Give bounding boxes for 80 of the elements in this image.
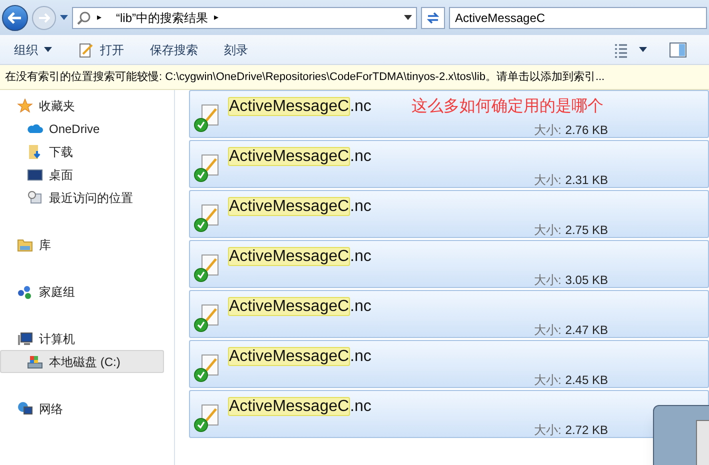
preview-pane-icon[interactable] (669, 42, 687, 58)
file-size: 2.45 KB (565, 372, 608, 389)
toolbar-button[interactable]: 打开 (70, 38, 132, 62)
file-check-icon (194, 203, 220, 233)
size-label: 大小: (534, 372, 562, 389)
sidebar-item[interactable]: 网络 (0, 397, 174, 420)
library-folder-icon (17, 236, 33, 252)
search-result-item[interactable]: ActiveMessageC.nc 大小: 2.72 KB (189, 390, 709, 438)
left-arrow-icon (8, 12, 22, 24)
sidebar-item[interactable]: 计算机 (0, 327, 174, 350)
toolbar-button[interactable]: 刻录 (216, 38, 256, 62)
sidebar-item[interactable]: 下载 (0, 140, 174, 163)
file-name: ActiveMessageC.nc (228, 396, 372, 418)
file-check-icon (194, 253, 220, 283)
file-size: 2.47 KB (565, 322, 608, 339)
sidebar-item[interactable]: 家庭组 (0, 280, 174, 303)
size-label: 大小: (534, 122, 562, 139)
sidebar-item[interactable]: 最近访问的位置 (0, 186, 174, 209)
address-field[interactable]: ▸ “lib”中的搜索结果 ▸ (72, 6, 417, 28)
size-label: 大小: (534, 172, 562, 189)
path-separator: ▸ (97, 10, 102, 24)
sidebar-item[interactable]: OneDrive (0, 117, 174, 140)
file-size: 2.75 KB (565, 222, 608, 239)
caret-icon[interactable] (404, 15, 412, 20)
toolbar-button[interactable]: 组织 (6, 38, 60, 62)
file-size: 3.05 KB (565, 272, 608, 289)
file-name: ActiveMessageC.nc (228, 96, 372, 118)
info-bar[interactable]: 在没有索引的位置搜索可能较慢: C:\cygwin\OneDrive\Repositories\CodeForTDMA\tinyos-2.x\tos\lib。请单击以添加到索引... (0, 65, 709, 90)
search-field[interactable]: ActiveMessageC (449, 6, 707, 28)
search-result-item[interactable]: ActiveMessageC.nc 大小: 2.75 KB (189, 190, 709, 238)
file-check-icon (194, 303, 220, 333)
right-arrow-icon (38, 12, 50, 22)
search-result-item[interactable]: ActiveMessageC.nc 这么多如何确定用的是哪个 大小: 2.76 KB (189, 90, 709, 138)
file-name: ActiveMessageC.nc (228, 196, 372, 218)
address-path: “lib”中的搜索结果 (116, 10, 208, 26)
size-label: 大小: (534, 322, 562, 339)
thumbnail-preview (696, 420, 709, 465)
size-label: 大小: (534, 422, 562, 439)
path-separator: ▸ (214, 10, 219, 24)
back-button[interactable] (2, 4, 28, 30)
caret-icon[interactable] (639, 47, 647, 52)
search-icon (77, 10, 91, 24)
search-result-item[interactable]: ActiveMessageC.nc 大小: 3.05 KB (189, 240, 709, 288)
file-check-icon (194, 153, 220, 183)
file-name: ActiveMessageC.nc (228, 346, 372, 368)
info-message: 在没有索引的位置搜索可能较慢: C:\cygwin\OneDrive\Repositories\CodeForTDMA\tinyos-2.x\tos\lib。请单击以添加到索引... (5, 70, 605, 85)
list-view-icon[interactable] (613, 42, 629, 58)
refresh-button[interactable] (421, 6, 445, 28)
annotation-text: 这么多如何确定用的是哪个 (411, 96, 604, 117)
drive-icon (27, 354, 43, 370)
computer-icon (17, 330, 33, 346)
folder-download-icon (27, 144, 43, 160)
caret-icon[interactable] (60, 15, 68, 20)
homegroup-icon (17, 284, 33, 300)
sidebar-item[interactable]: 本地磁盘 (C:) (0, 350, 164, 373)
file-check-icon (194, 353, 220, 383)
file-name: ActiveMessageC.nc (228, 296, 372, 318)
file-name: ActiveMessageC.nc (228, 146, 372, 168)
sidebar-item[interactable]: 库 (0, 233, 174, 256)
file-size: 2.76 KB (565, 122, 608, 139)
toolbar-button[interactable]: 保存搜索 (142, 38, 206, 62)
refresh-icon (426, 10, 440, 24)
file-check-icon (194, 403, 220, 433)
network-icon (17, 400, 33, 416)
star-icon (17, 98, 33, 114)
file-check-icon (194, 103, 220, 133)
notepad-icon (78, 42, 94, 58)
size-label: 大小: (534, 272, 562, 289)
desktop-icon (27, 166, 43, 182)
sidebar-item[interactable]: 桌面 (0, 163, 174, 186)
file-name: ActiveMessageC.nc (228, 246, 372, 268)
search-result-item[interactable]: ActiveMessageC.nc 大小: 2.31 KB (189, 140, 709, 188)
file-size: 2.72 KB (565, 422, 608, 439)
size-label: 大小: (534, 222, 562, 239)
sidebar-item[interactable]: 收藏夹 (0, 94, 174, 117)
search-result-item[interactable]: ActiveMessageC.nc 大小: 2.47 KB (189, 290, 709, 338)
file-size: 2.31 KB (565, 172, 608, 189)
recent-places-icon (27, 190, 43, 206)
caret-icon (44, 47, 52, 52)
search-result-item[interactable]: ActiveMessageC.nc 大小: 2.45 KB (189, 340, 709, 388)
